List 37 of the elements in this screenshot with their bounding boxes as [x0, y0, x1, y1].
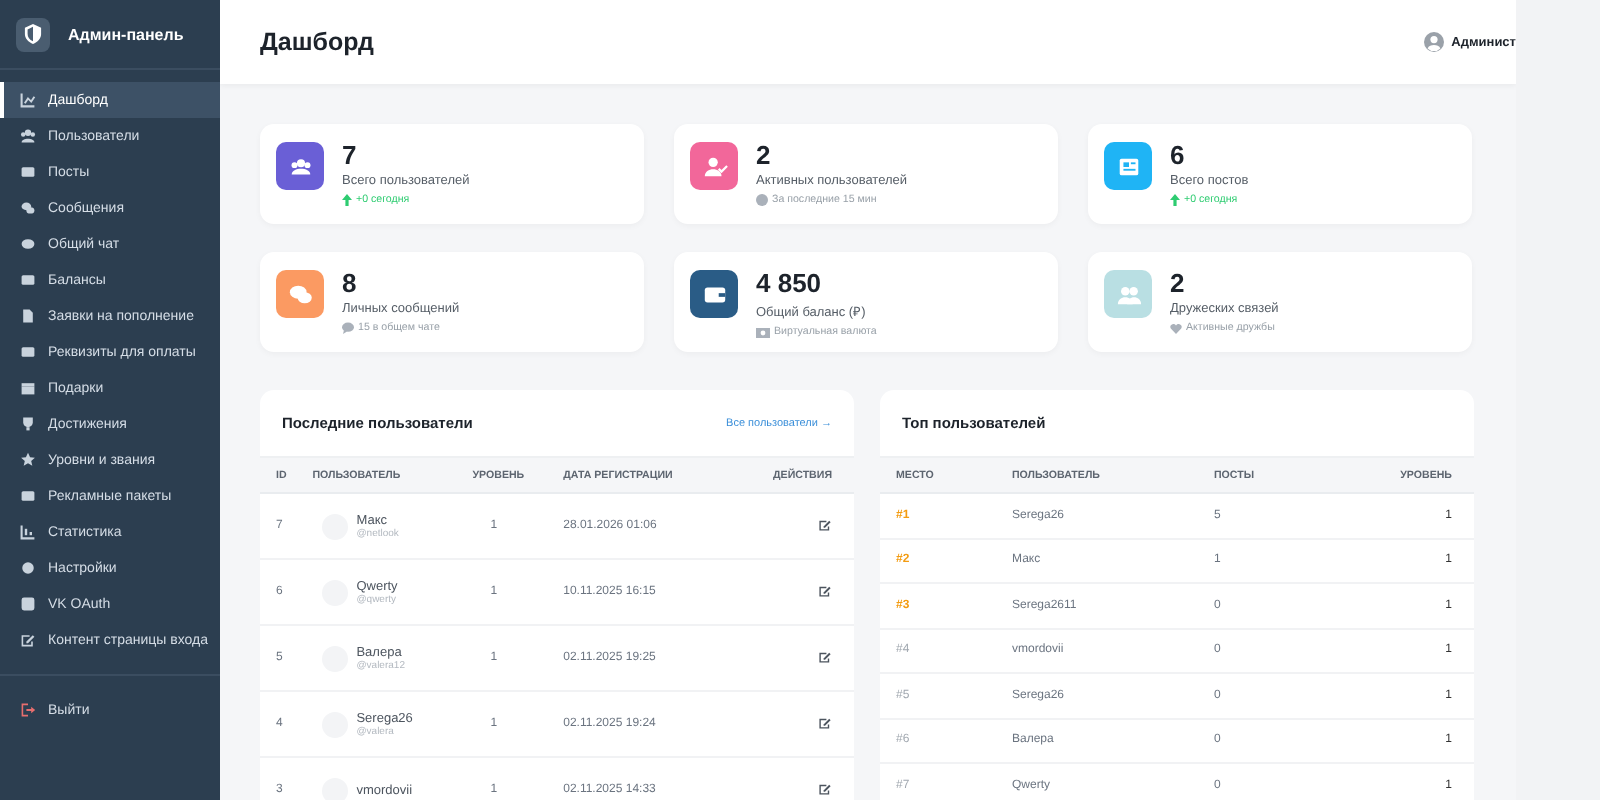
menu-icon	[20, 488, 36, 504]
menu-icon	[20, 128, 36, 144]
menu-icon	[20, 560, 36, 576]
shield-logo-icon	[16, 17, 50, 51]
menu-icon	[20, 452, 36, 468]
menu-icon	[20, 200, 36, 216]
chat-icon	[342, 322, 354, 334]
user-avatar-icon	[1423, 32, 1444, 52]
stat-value: 2	[1170, 270, 1187, 298]
menu-icon	[20, 164, 36, 180]
edit-icon[interactable]	[818, 781, 832, 795]
stat-value: 6	[1170, 142, 1187, 170]
edit-icon[interactable]	[818, 715, 832, 729]
brand-title: Админ-панель	[68, 25, 184, 43]
menu-icon	[20, 344, 36, 360]
arrow-up-icon	[342, 194, 352, 206]
money-icon	[756, 327, 770, 337]
menu-icon	[20, 308, 36, 324]
menu-icon	[20, 380, 36, 396]
stat-value: 2	[756, 142, 773, 170]
menu-icon	[20, 272, 36, 288]
menu-icon	[20, 596, 36, 612]
heart-icon	[1170, 323, 1182, 333]
edit-icon[interactable]	[818, 583, 832, 597]
logout-icon	[20, 702, 36, 718]
menu-icon	[20, 236, 36, 252]
page-title: Дашборд	[260, 28, 374, 56]
stat-value: 4 850	[756, 270, 824, 298]
stat-value: 8	[342, 270, 359, 298]
stat-value: 7	[342, 142, 359, 170]
menu-icon	[20, 524, 36, 540]
menu-icon	[20, 416, 36, 432]
edit-icon[interactable]	[818, 649, 832, 663]
menu-icon	[20, 92, 36, 108]
edit-icon[interactable]	[818, 517, 832, 531]
menu-icon	[20, 632, 36, 648]
arrow-up-icon	[1170, 194, 1180, 206]
